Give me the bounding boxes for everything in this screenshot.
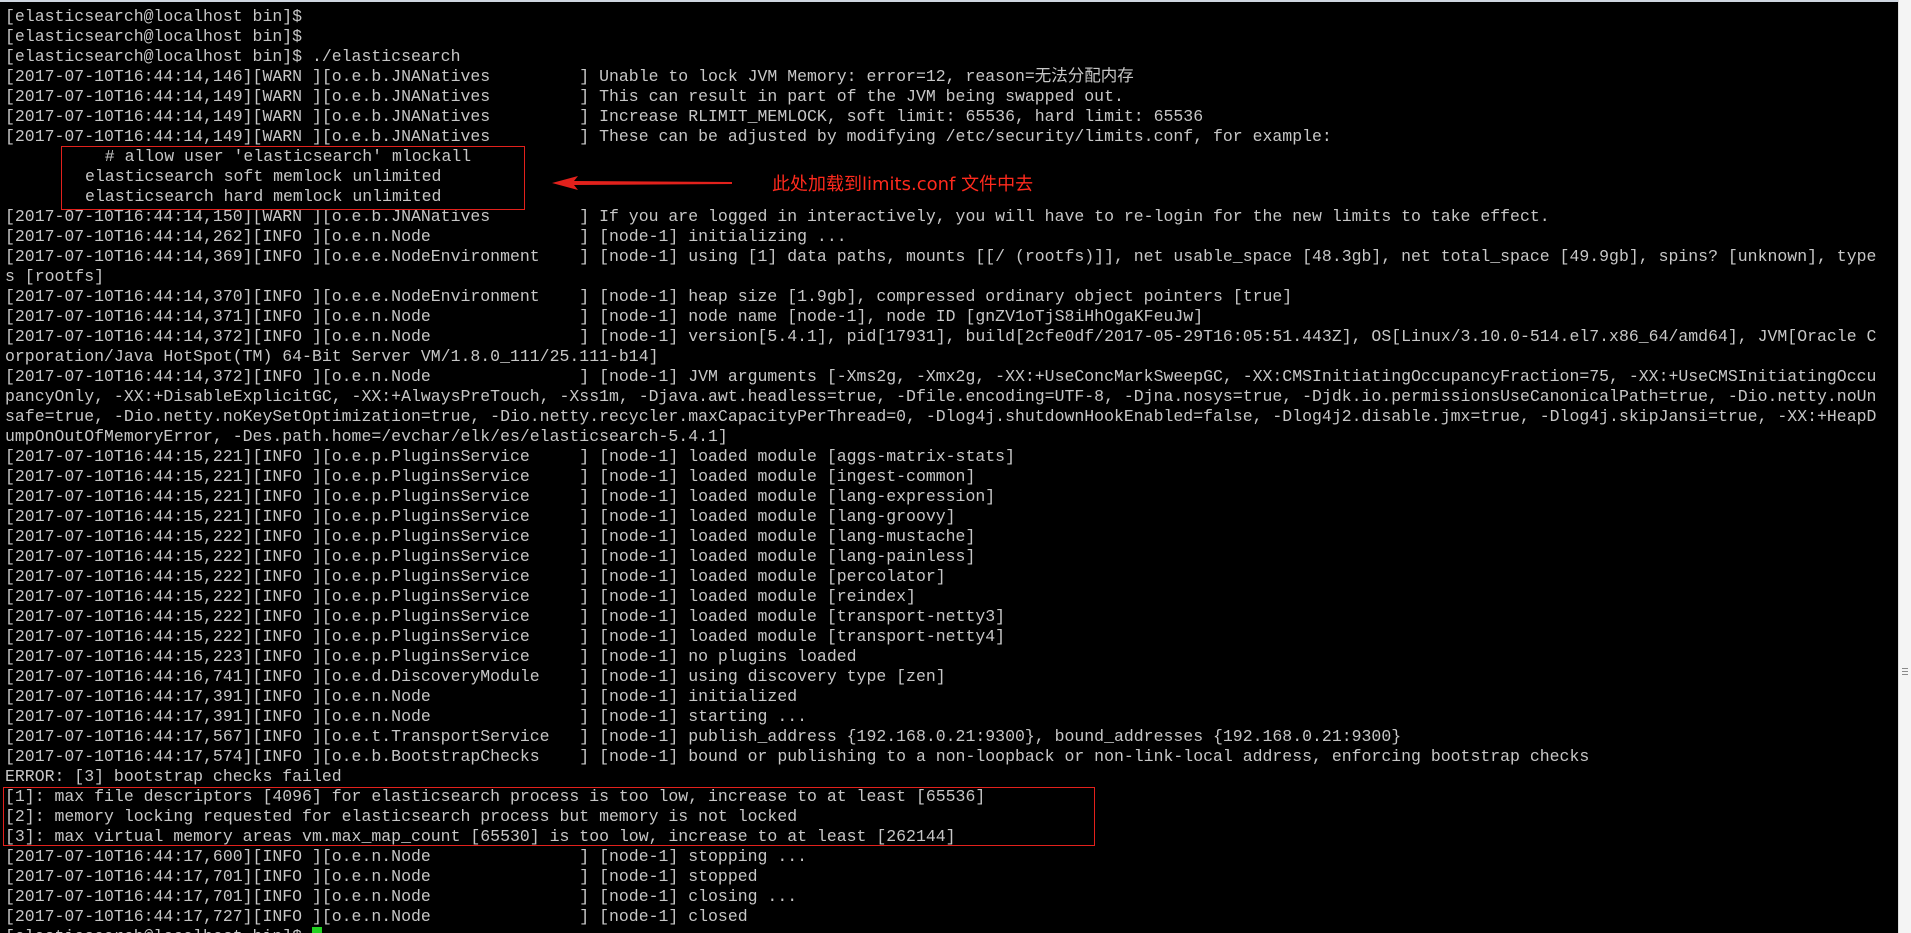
log-line: [2017-07-10T16:44:14,150][WARN ][o.e.b.J…	[5, 207, 1550, 226]
log-line: [2017-07-10T16:44:14,146][WARN ][o.e.b.J…	[5, 67, 1134, 86]
log-line: [elasticsearch@localhost bin]$ ./elastic…	[5, 47, 461, 66]
log-line: [2017-07-10T16:44:17,391][INFO ][o.e.n.N…	[5, 707, 808, 726]
log-line: [2017-07-10T16:44:14,369][INFO ][o.e.e.N…	[5, 247, 1877, 266]
log-line: [2017-07-10T16:44:15,222][INFO ][o.e.p.P…	[5, 567, 946, 586]
log-line: pancyOnly, -XX:+DisableExplicitGC, -XX:+…	[5, 387, 1877, 406]
log-line: ERROR: [3] bootstrap checks failed	[5, 767, 342, 786]
log-line: [2017-07-10T16:44:15,221][INFO ][o.e.p.P…	[5, 487, 996, 506]
log-line: [2017-07-10T16:44:15,221][INFO ][o.e.p.P…	[5, 467, 976, 486]
bootstrap-error-line: [2]: memory locking requested for elasti…	[5, 807, 798, 826]
log-line: umpOnOutOfMemoryError, -Des.path.home=/e…	[5, 427, 728, 446]
log-line: [elasticsearch@localhost bin]$	[5, 27, 303, 46]
prompt-line[interactable]: [elasticsearch@localhost bin]$	[5, 927, 1894, 933]
log-line: [elasticsearch@localhost bin]$	[5, 7, 303, 26]
log-line: s [rootfs]	[5, 267, 105, 286]
log-line: orporation/Java HotSpot(TM) 64-Bit Serve…	[5, 347, 659, 366]
terminal-window[interactable]: [elasticsearch@localhost bin]$ [elasticse…	[0, 0, 1898, 933]
log-line: [2017-07-10T16:44:14,262][INFO ][o.e.n.N…	[5, 227, 847, 246]
log-line: [2017-07-10T16:44:14,372][INFO ][o.e.n.N…	[5, 327, 1877, 346]
log-line: [2017-07-10T16:44:17,727][INFO ][o.e.n.N…	[5, 907, 748, 926]
log-line: [2017-07-10T16:44:17,574][INFO ][o.e.b.B…	[5, 747, 1590, 766]
log-line: [2017-07-10T16:44:16,741][INFO ][o.e.d.D…	[5, 667, 946, 686]
bootstrap-error-line: [1]: max file descriptors [4096] for ela…	[5, 787, 986, 806]
log-line: [2017-07-10T16:44:15,222][INFO ][o.e.p.P…	[5, 527, 976, 546]
annotation-arrow-icon	[552, 176, 732, 190]
bootstrap-error-line: [3]: max virtual memory areas vm.max_map…	[5, 827, 956, 846]
log-line: [2017-07-10T16:44:14,149][WARN ][o.e.b.J…	[5, 107, 1204, 126]
log-line: [2017-07-10T16:44:17,567][INFO ][o.e.t.T…	[5, 727, 1402, 746]
window-edge-scroll[interactable]	[1898, 0, 1911, 933]
log-line: [2017-07-10T16:44:15,222][INFO ][o.e.p.P…	[5, 587, 916, 606]
log-line: [2017-07-10T16:44:14,149][WARN ][o.e.b.J…	[5, 127, 1332, 146]
log-line: [2017-07-10T16:44:15,221][INFO ][o.e.p.P…	[5, 507, 956, 526]
log-line: [2017-07-10T16:44:15,222][INFO ][o.e.p.P…	[5, 547, 976, 566]
limits-config-line: # allow user 'elasticsearch' mlockall	[85, 147, 472, 166]
terminal-cursor	[311, 927, 322, 933]
log-line: [2017-07-10T16:44:15,222][INFO ][o.e.p.P…	[5, 607, 1006, 626]
terminal-output: [elasticsearch@localhost bin]$ [elasticse…	[5, 7, 1894, 933]
log-line: [2017-07-10T16:44:15,223][INFO ][o.e.p.P…	[5, 647, 857, 666]
log-line: [2017-07-10T16:44:14,370][INFO ][o.e.e.N…	[5, 287, 1293, 306]
annotation-text: 此处加载到limits.conf 文件中去	[772, 174, 1034, 195]
log-line: [2017-07-10T16:44:17,391][INFO ][o.e.n.N…	[5, 687, 798, 706]
log-line: [2017-07-10T16:44:17,701][INFO ][o.e.n.N…	[5, 867, 758, 886]
shell-prompt: [elasticsearch@localhost bin]$	[5, 927, 312, 933]
log-line: safe=true, -Dio.netty.noKeySetOptimizati…	[5, 407, 1877, 426]
log-line: [2017-07-10T16:44:14,372][INFO ][o.e.n.N…	[5, 367, 1877, 386]
log-line: [2017-07-10T16:44:14,149][WARN ][o.e.b.J…	[5, 87, 1124, 106]
log-line: [2017-07-10T16:44:17,600][INFO ][o.e.n.N…	[5, 847, 808, 866]
log-line: [2017-07-10T16:44:15,222][INFO ][o.e.p.P…	[5, 627, 1006, 646]
log-line: [2017-07-10T16:44:15,221][INFO ][o.e.p.P…	[5, 447, 1015, 466]
log-line: [2017-07-10T16:44:14,371][INFO ][o.e.n.N…	[5, 307, 1204, 326]
log-line: [2017-07-10T16:44:17,701][INFO ][o.e.n.N…	[5, 887, 798, 906]
